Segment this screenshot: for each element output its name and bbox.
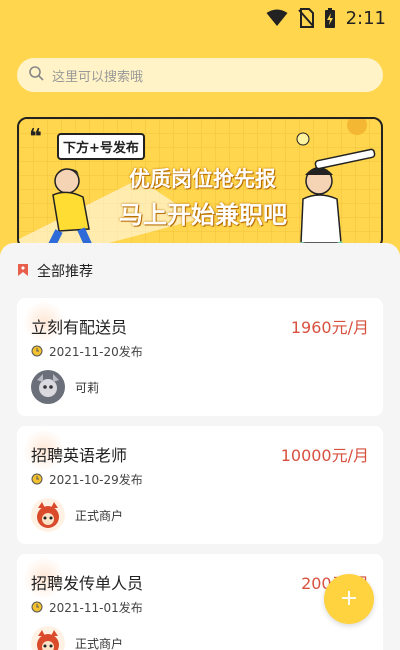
- poster-name: 可莉: [75, 380, 100, 395]
- job-card[interactable]: 立刻有配送员 1960元/月 2021-11-20发布 可莉: [17, 298, 383, 416]
- status-time: 2:11: [345, 7, 386, 29]
- battery-charging-icon: [324, 7, 336, 29]
- job-poster: 正式商户: [31, 626, 123, 650]
- clock-icon: [31, 470, 43, 489]
- section-header: 全部推荐: [17, 261, 93, 281]
- add-job-button[interactable]: +: [324, 574, 374, 624]
- clock-icon: [31, 342, 43, 361]
- job-salary: 10000元/月: [280, 446, 369, 465]
- banner-tag: 下方+号发布: [57, 133, 145, 160]
- avatar: [31, 370, 65, 404]
- clock-icon: [31, 598, 43, 617]
- banner-subheadline: 马上开始兼职吧: [119, 201, 287, 229]
- section-title: 全部推荐: [37, 264, 93, 280]
- promo-banner[interactable]: ❝ 下方+号发布 优质岗位抢先报 马上开始兼职吧: [17, 117, 383, 249]
- banner-quote-mark: ❝: [29, 125, 42, 150]
- search-icon: [29, 65, 44, 85]
- job-salary: 1960元/月: [290, 318, 369, 337]
- job-poster: 正式商户: [31, 498, 123, 532]
- job-poster: 可莉: [31, 370, 99, 404]
- poster-name: 正式商户: [75, 508, 124, 523]
- job-title: 立刻有配送员: [31, 318, 128, 337]
- job-date-row: 2021-10-29发布: [31, 470, 143, 489]
- status-bar: 2:11: [0, 0, 400, 36]
- poster-name: 正式商户: [75, 636, 124, 650]
- job-date-row: 2021-11-01发布: [31, 598, 143, 617]
- job-date-row: 2021-11-20发布: [31, 342, 143, 361]
- banner-headline: 优质岗位抢先报: [129, 167, 276, 191]
- plus-icon: +: [339, 586, 359, 611]
- job-card[interactable]: 招聘英语老师 10000元/月 2021-10-29发布 正式商户: [17, 426, 383, 544]
- job-date: 2021-11-20发布: [49, 345, 143, 359]
- wifi-icon: [266, 9, 288, 27]
- job-title: 招聘英语老师: [31, 446, 128, 465]
- job-title: 招聘发传单人员: [31, 574, 144, 593]
- search-bar[interactable]: 这里可以搜索哦: [17, 58, 383, 92]
- job-date: 2021-11-01发布: [49, 601, 143, 615]
- no-sim-icon: [297, 8, 314, 28]
- avatar: [31, 626, 65, 650]
- avatar: [31, 498, 65, 532]
- search-input[interactable]: 这里可以搜索哦: [52, 66, 143, 85]
- bookmark-icon: [17, 262, 29, 281]
- job-date: 2021-10-29发布: [49, 473, 143, 487]
